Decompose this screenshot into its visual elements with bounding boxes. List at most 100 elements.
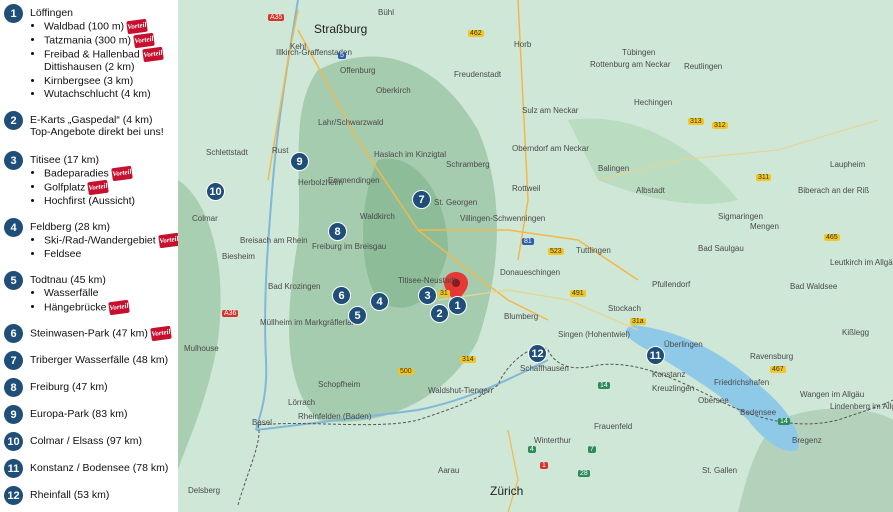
legend-title-text: Titisee (17 km) bbox=[30, 154, 100, 166]
legend-subitem: Dittishausen (2 km) bbox=[44, 61, 163, 75]
road-shield: 5 bbox=[338, 52, 346, 59]
legend-subitem: Wasserfälle bbox=[44, 287, 129, 301]
road-shield: 81 bbox=[522, 238, 534, 245]
legend-subitem: Feldsee bbox=[44, 248, 179, 262]
legend-title: Freiburg (47 km) bbox=[30, 381, 108, 393]
map-place-label: Ravensburg bbox=[750, 352, 794, 361]
map-place-label: Basel bbox=[252, 418, 273, 427]
road-shield: 462 bbox=[468, 30, 484, 37]
map-place-label: Waldshut-Tiengen bbox=[428, 386, 493, 395]
map-place-label: Biesheim bbox=[222, 252, 255, 261]
map-place-label: Mulhouse bbox=[184, 344, 219, 353]
map-place-label: Horb bbox=[514, 40, 532, 49]
map-marker-8[interactable]: 8 bbox=[328, 222, 347, 241]
legend-number-badge: 8 bbox=[4, 378, 23, 397]
map-place-label: Leutkirch im Allgäu bbox=[830, 258, 893, 267]
map-marker-9[interactable]: 9 bbox=[290, 152, 309, 171]
legend-subitem: Tatzmania (300 m)Vorteil bbox=[44, 32, 163, 49]
map-marker-12[interactable]: 12 bbox=[528, 344, 547, 363]
legend-subtitle: Top-Angebote direkt bei uns! bbox=[30, 126, 164, 138]
map-place-label: Winterthur bbox=[534, 436, 571, 445]
map-place-label: Rottweil bbox=[512, 184, 541, 193]
map-place-label: St. Gallen bbox=[702, 466, 738, 475]
legend-subitem: Wutachschlucht (4 km) bbox=[44, 88, 163, 102]
map-place-label: Balingen bbox=[598, 164, 630, 173]
map-place-label: Schramberg bbox=[446, 160, 490, 169]
map-place-label: Oberkirch bbox=[376, 86, 411, 95]
road-shield: 491 bbox=[570, 290, 586, 297]
legend-sublist: WasserfälleHängebrückeVorteil bbox=[30, 287, 131, 315]
map-marker-2[interactable]: 2 bbox=[430, 304, 449, 323]
map-place-label: Überlingen bbox=[664, 340, 703, 349]
map-place-label: Donaueschingen bbox=[500, 268, 561, 277]
map-place-label: Bodensee bbox=[740, 408, 777, 417]
legend-subitem: GolfplatzVorteil bbox=[44, 179, 135, 196]
map-area[interactable]: Straßburg Offenburg Lahr/Schwarzwald Emmend… bbox=[178, 0, 893, 512]
map-marker-6[interactable]: 6 bbox=[332, 286, 351, 305]
map-place-label: Offenburg bbox=[340, 66, 376, 75]
legend-number-badge: 7 bbox=[4, 351, 23, 370]
legend-panel: 1LöffingenWaldbad (100 m)VorteilTatzmani… bbox=[0, 0, 180, 512]
vorteil-badge-icon: Vorteil bbox=[133, 32, 155, 49]
map-marker-3[interactable]: 3 bbox=[418, 286, 437, 305]
legend-subitem-text: Ski-/Rad-/Wandergebiet bbox=[44, 234, 156, 247]
map-marker-7[interactable]: 7 bbox=[412, 190, 431, 209]
map-place-label: Rheinfelden (Baden) bbox=[298, 412, 372, 421]
legend-title-text: Steinwasen-Park (47 km) bbox=[30, 327, 148, 340]
legend-title-text: Feldberg (28 km) bbox=[30, 221, 110, 233]
legend-subitem-text: Feldsee bbox=[44, 247, 82, 260]
legend-subitem-text: Kirnbergsee (3 km) bbox=[44, 74, 134, 87]
vorteil-badge-icon: Vorteil bbox=[157, 232, 180, 249]
map-place-label: Mengen bbox=[750, 222, 779, 231]
map-place-label: Obersee bbox=[698, 396, 729, 405]
road-shield: 14 bbox=[778, 418, 790, 425]
map-place-label: Kißlegg bbox=[842, 328, 870, 337]
map-marker-1[interactable]: 1 bbox=[448, 296, 467, 315]
map-place-label: Schaffhausen bbox=[520, 364, 569, 373]
legend-subitem: BadeparadiesVorteil bbox=[44, 165, 135, 182]
map-place-label: Tübingen bbox=[622, 48, 656, 57]
vorteil-badge-icon: Vorteil bbox=[126, 18, 148, 35]
map-marker-5[interactable]: 5 bbox=[348, 306, 367, 325]
legend-number-badge: 10 bbox=[4, 432, 23, 451]
map-place-label: Waldkirch bbox=[360, 212, 395, 221]
map-place-label: Laupheim bbox=[830, 160, 866, 169]
vorteil-badge-icon: Vorteil bbox=[108, 299, 131, 315]
map-place-label: Hechingen bbox=[634, 98, 673, 107]
vorteil-badge-icon: Vorteil bbox=[111, 165, 133, 182]
legend-subitem-text: Freibad & Hallenbad bbox=[44, 47, 140, 60]
legend-title-text: Colmar / Elsass (97 km) bbox=[30, 435, 143, 447]
map-place-label: Straßburg bbox=[314, 22, 368, 36]
map-place-label: Stockach bbox=[608, 304, 641, 313]
legend-title-text: Triberger Wasserfälle (48 km) bbox=[30, 354, 169, 366]
map-place-label: Rust bbox=[272, 146, 289, 155]
legend-number-badge: 11 bbox=[4, 459, 23, 478]
legend-subitem: Hochfirst (Aussicht) bbox=[44, 195, 135, 209]
map-place-label: Freudenstadt bbox=[454, 70, 502, 79]
legend-number-badge: 9 bbox=[4, 405, 23, 424]
map-place-label: Lindenberg im Allgäu bbox=[830, 402, 893, 411]
legend-title: Feldberg (28 km) bbox=[30, 221, 110, 233]
legend-sublist: Waldbad (100 m)VorteilTatzmania (300 m)V… bbox=[30, 18, 164, 102]
legend-title: Todtnau (45 km) bbox=[30, 274, 106, 286]
legend-title: Rheinfall (53 km) bbox=[30, 489, 109, 501]
legend-title: Titisee (17 km) bbox=[30, 154, 99, 166]
legend-number-badge: 5 bbox=[4, 271, 23, 290]
map-marker-10[interactable]: 10 bbox=[206, 182, 225, 201]
map-marker-11[interactable]: 11 bbox=[646, 346, 665, 365]
map-place-label: Frauenfeld bbox=[594, 422, 633, 431]
map-place-label: Bad Waldsee bbox=[790, 282, 838, 291]
legend-title-text: Freiburg (47 km) bbox=[30, 381, 108, 393]
map-place-label: Herbolzheim bbox=[298, 178, 343, 187]
legend-subitem: Waldbad (100 m)Vorteil bbox=[44, 18, 163, 35]
legend-subitem: Ski-/Rad-/WandergebietVorteil bbox=[44, 232, 180, 249]
map-place-label: Oberndorf am Neckar bbox=[512, 144, 589, 153]
map-place-label: Blumberg bbox=[504, 312, 539, 321]
road-shield: 31 bbox=[438, 290, 450, 297]
legend-subitem-text: Golfplatz bbox=[44, 181, 86, 194]
legend-subitem: HängebrückeVorteil bbox=[44, 299, 131, 315]
map-marker-4[interactable]: 4 bbox=[370, 292, 389, 311]
legend-title-text: Löffingen bbox=[30, 7, 74, 19]
legend-sublist: BadeparadiesVorteilGolfplatzVorteilHochf… bbox=[30, 165, 135, 209]
road-shield: 4 bbox=[528, 446, 536, 453]
